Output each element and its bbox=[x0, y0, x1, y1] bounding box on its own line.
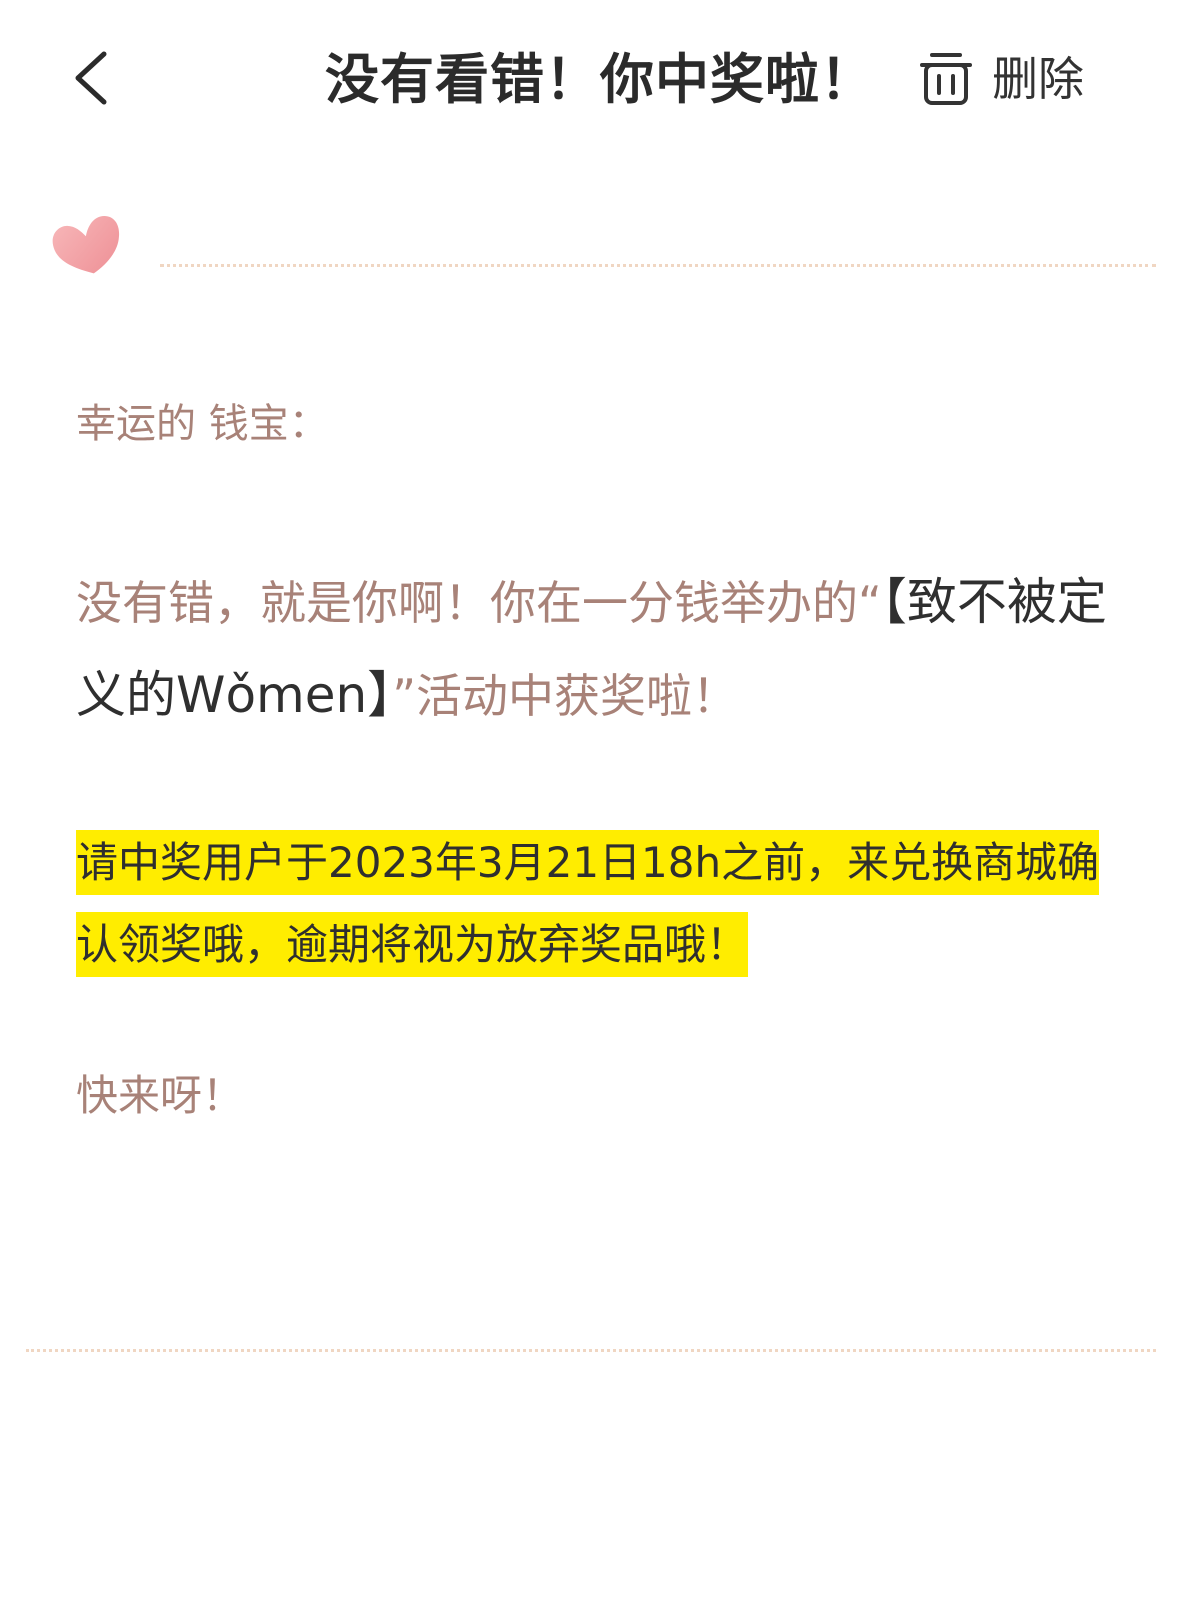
delete-button[interactable]: 删除 bbox=[918, 44, 1084, 114]
greeting-text: 幸运的 钱宝： bbox=[76, 401, 329, 447]
delete-label: 删除 bbox=[992, 52, 1084, 106]
top-bar: 没有看错！你中奖啦！ 删除 bbox=[0, 0, 1200, 170]
message-text: 没有错，就是你啊！你在一分钱举办的“【致不被定义的Wǒmen】”活动中获奖啦！ bbox=[76, 556, 1126, 742]
closing-text: 快来呀！ bbox=[76, 1071, 245, 1120]
highlighted-notice: 请中奖用户于2023年3月21日18h之前，来兑换商城确认领奖哦，逾期将视为放弃… bbox=[76, 830, 1100, 977]
message-part1: 没有错，就是你啊！你在一分钱举办的“ bbox=[76, 576, 882, 630]
message-part2: ”活动中获奖啦！ bbox=[392, 669, 739, 723]
trash-icon bbox=[920, 53, 972, 105]
heart-icon bbox=[52, 215, 120, 274]
divider-bottom bbox=[26, 1349, 1156, 1352]
divider-top bbox=[160, 264, 1156, 267]
notice-text: 请中奖用户于2023年3月21日18h之前，来兑换商城确认领奖哦，逾期将视为放弃… bbox=[76, 822, 1126, 986]
